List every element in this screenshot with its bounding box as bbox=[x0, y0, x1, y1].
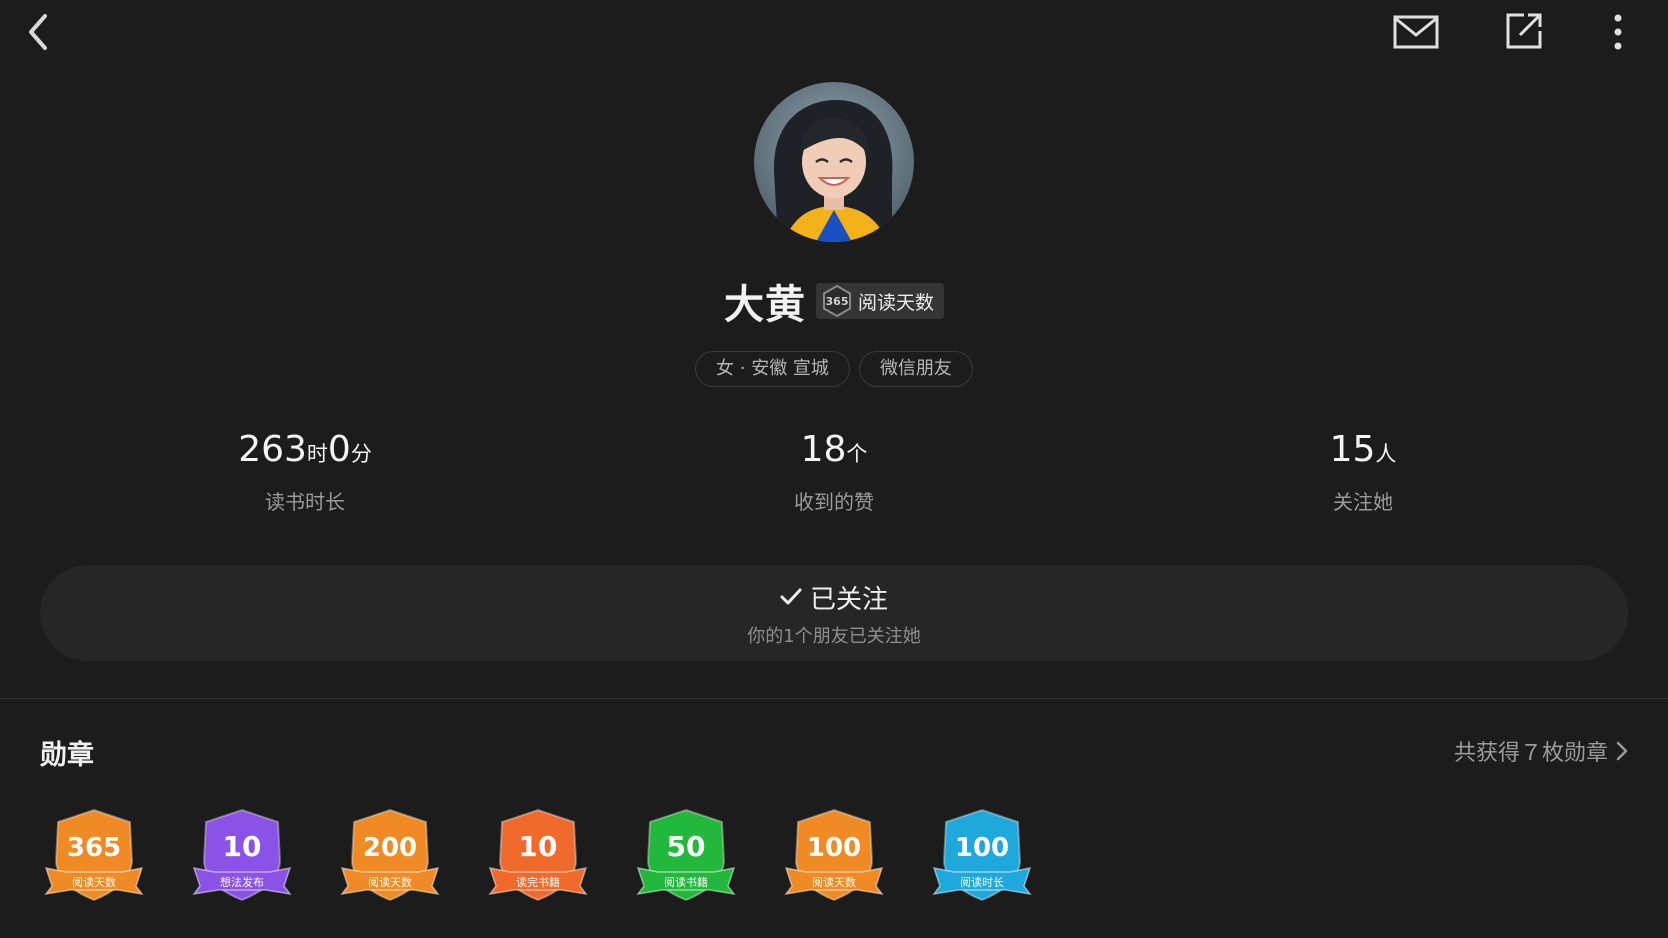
medal-number: 100 bbox=[955, 833, 1009, 863]
medal-number: 200 bbox=[363, 833, 417, 863]
top-bar bbox=[0, 0, 1668, 64]
follow-subtitle: 你的1个朋友已关注她 bbox=[747, 625, 921, 647]
medal-badge[interactable]: 10 想法发布 bbox=[188, 806, 296, 906]
chevron-right-icon bbox=[1616, 741, 1628, 761]
stat-label: 收到的赞 bbox=[794, 490, 874, 514]
stat-likes[interactable]: 18个 收到的赞 bbox=[684, 428, 984, 515]
medal-icon: 10 想法发布 bbox=[192, 808, 292, 902]
divider bbox=[0, 698, 1668, 699]
medal-number: 365 bbox=[67, 833, 121, 863]
stat-value: 18个 bbox=[800, 429, 868, 470]
mail-icon bbox=[1393, 15, 1439, 49]
medal-number: 100 bbox=[807, 833, 861, 863]
location-tag: 女 · 安徽 宣城 bbox=[695, 351, 850, 387]
share-button[interactable] bbox=[1500, 6, 1548, 56]
medal-badge[interactable]: 100 阅读天数 bbox=[780, 806, 888, 906]
badge-number: 365 bbox=[826, 295, 849, 308]
medal-icon: 10 读完书籍 bbox=[488, 808, 588, 902]
medal-badge[interactable]: 200 阅读天数 bbox=[336, 806, 444, 906]
stat-followers[interactable]: 15人 关注她 bbox=[1213, 428, 1513, 515]
badge-label: 阅读天数 bbox=[857, 291, 934, 314]
profile-page: 大黄 365 阅读天数 女 · 安徽 宣城 微信朋友 263时0分 读书时长 1… bbox=[0, 0, 1668, 938]
more-vertical-icon bbox=[1614, 14, 1622, 50]
hexagon-badge-icon: 365 bbox=[820, 284, 854, 318]
avatar[interactable] bbox=[754, 82, 914, 242]
share-icon bbox=[1506, 13, 1542, 49]
medal-badge[interactable]: 365 阅读天数 bbox=[40, 806, 148, 906]
medal-label: 想法发布 bbox=[220, 875, 264, 889]
back-button[interactable] bbox=[14, 8, 62, 56]
reading-days-badge[interactable]: 365 阅读天数 bbox=[815, 283, 944, 319]
medals-title: 勋章 bbox=[40, 740, 94, 771]
check-icon bbox=[780, 588, 802, 605]
medal-badge[interactable]: 10 读完书籍 bbox=[484, 806, 592, 906]
follow-button[interactable]: 已关注 你的1个朋友已关注她 bbox=[40, 565, 1628, 661]
medal-number: 10 bbox=[519, 830, 558, 863]
follow-status-label: 已关注 bbox=[809, 584, 888, 615]
medal-label: 阅读天数 bbox=[368, 875, 412, 889]
medal-icon: 365 阅读天数 bbox=[44, 808, 144, 902]
medal-badge[interactable]: 100 阅读时长 bbox=[928, 806, 1036, 906]
medal-number: 10 bbox=[223, 830, 262, 863]
name-row: 大黄 365 阅读天数 bbox=[0, 276, 1668, 328]
more-button[interactable] bbox=[1600, 8, 1636, 56]
message-button[interactable] bbox=[1390, 8, 1442, 56]
medal-icon: 50 阅读书籍 bbox=[636, 808, 736, 902]
user-name: 大黄 bbox=[723, 281, 806, 328]
stat-value: 15人 bbox=[1329, 429, 1397, 470]
medal-label: 阅读时长 bbox=[960, 875, 1004, 889]
back-arrow-icon bbox=[29, 14, 47, 50]
medals-summary: 共获得７枚勋章 bbox=[1453, 741, 1608, 766]
medal-label: 阅读天数 bbox=[812, 875, 856, 889]
avatar-photo bbox=[754, 82, 914, 242]
relation-tag: 微信朋友 bbox=[858, 351, 973, 387]
tags-row: 女 · 安徽 宣城 微信朋友 bbox=[0, 351, 1668, 387]
medal-number: 50 bbox=[667, 830, 706, 863]
medal-label: 读完书籍 bbox=[516, 875, 560, 889]
stat-value: 263时0分 bbox=[238, 429, 372, 470]
medal-badge[interactable]: 50 阅读书籍 bbox=[632, 806, 740, 906]
medal-icon: 100 阅读天数 bbox=[784, 808, 884, 902]
medal-icon: 200 阅读天数 bbox=[340, 808, 440, 902]
follow-status: 已关注 bbox=[780, 579, 888, 616]
medal-label: 阅读书籍 bbox=[664, 875, 708, 889]
stat-label: 关注她 bbox=[1333, 490, 1393, 514]
stat-reading-time[interactable]: 263时0分 读书时长 bbox=[155, 428, 455, 515]
medal-label: 阅读天数 bbox=[72, 875, 116, 889]
stat-label: 读书时长 bbox=[265, 490, 345, 514]
all-medals-link[interactable]: 共获得７枚勋章 bbox=[1454, 735, 1628, 767]
medal-icon: 100 阅读时长 bbox=[932, 808, 1032, 902]
